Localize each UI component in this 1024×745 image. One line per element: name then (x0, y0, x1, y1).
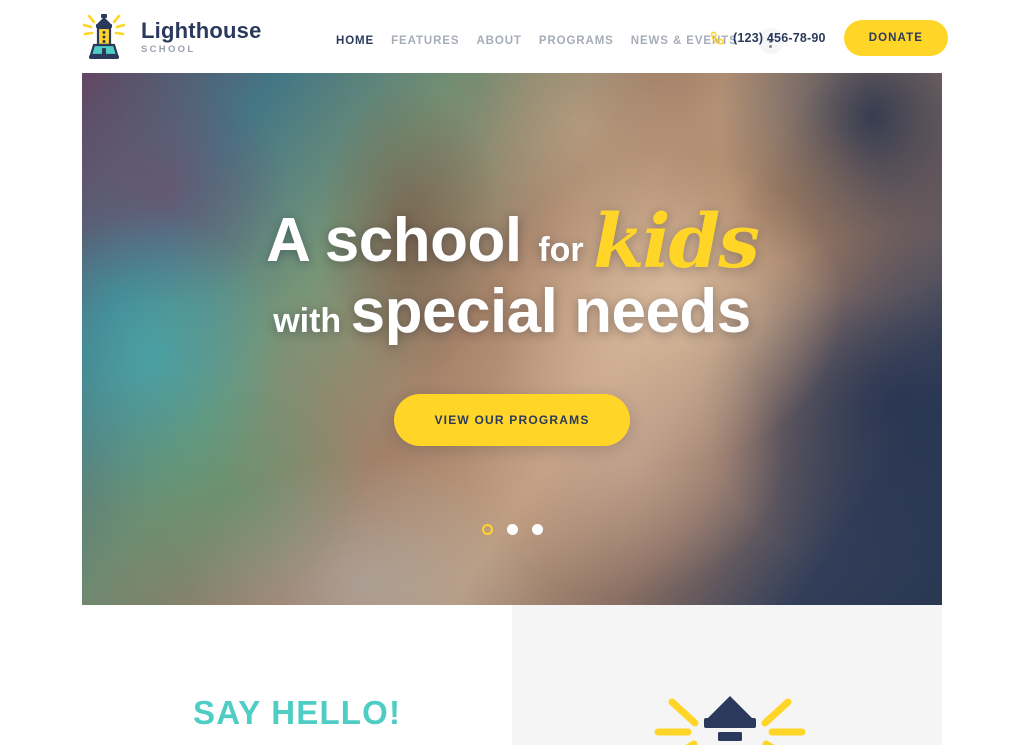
hero-slider: A school for kids with special needs VIE… (82, 73, 942, 605)
headline-part-1: A school (266, 206, 539, 275)
nav-item-about[interactable]: ABOUT (476, 35, 538, 47)
slider-dot-2[interactable] (506, 524, 518, 535)
brand-name: Lighthouse (141, 17, 262, 43)
slider-dot-3[interactable] (531, 524, 543, 535)
say-hello-heading: SAY HELLO! (193, 694, 402, 731)
panel-lighthouse-graphic (650, 688, 810, 745)
headline-part-2: special needs (350, 276, 752, 346)
lighthouse-icon (82, 14, 126, 59)
nav-item-home[interactable]: HOME (336, 35, 391, 47)
headline-part-for: for (538, 231, 594, 269)
brand-text: Lighthouse SCHOOL (141, 19, 262, 55)
hero-headline: A school for kids with special needs (266, 205, 760, 342)
phone-icon (710, 31, 724, 45)
nav-item-programs[interactable]: PROGRAMS (539, 35, 631, 47)
header-actions: (123) 456-78-90 DONATE (709, 20, 948, 56)
nav-item-features[interactable]: FEATURES (391, 35, 476, 47)
phone-link[interactable]: (123) 456-78-90 (709, 30, 826, 47)
headline-part-with: with (273, 301, 351, 340)
brand-subtitle: SCHOOL (141, 44, 196, 56)
slider-pagination (82, 524, 942, 535)
brand-logo[interactable]: Lighthouse SCHOOL (76, 9, 262, 65)
below-hero-section (0, 605, 1024, 745)
lighthouse-icon (654, 696, 806, 745)
headline-part-kids: kids (593, 199, 760, 285)
view-programs-button[interactable]: VIEW OUR PROGRAMS (394, 394, 630, 447)
page-root: Lighthouse SCHOOL HOME FEATURES ABOUT PR… (0, 0, 1024, 745)
phone-number: (123) 456-78-90 (733, 31, 826, 45)
slider-dot-1[interactable] (481, 524, 493, 535)
donate-button[interactable]: DONATE (843, 20, 948, 56)
site-header: Lighthouse SCHOOL HOME FEATURES ABOUT PR… (0, 0, 1024, 73)
